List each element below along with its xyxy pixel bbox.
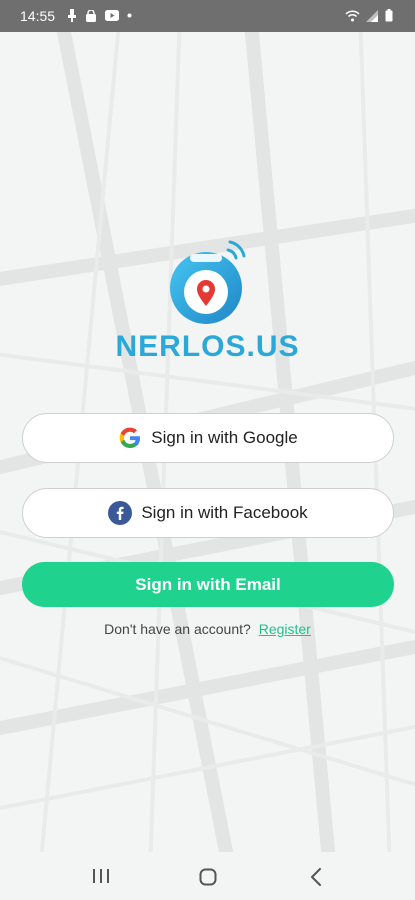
bag-icon	[86, 9, 96, 22]
email-sign-in-button[interactable]: Sign in with Email	[22, 562, 394, 607]
facebook-sign-in-button[interactable]: Sign in with Facebook	[22, 488, 394, 538]
google-sign-in-button[interactable]: Sign in with Google	[22, 413, 394, 463]
signal-icon	[366, 9, 378, 22]
google-icon	[118, 426, 142, 450]
register-link[interactable]: Register	[259, 621, 311, 637]
register-prompt-row: Don't have an account? Register	[0, 621, 415, 637]
dot-icon	[127, 13, 132, 18]
facebook-icon	[108, 501, 133, 525]
battery-icon	[385, 9, 393, 22]
home-icon[interactable]	[199, 868, 217, 886]
status-bar: 14:55	[0, 0, 415, 32]
google-sign-in-label: Sign in with Google	[151, 428, 298, 447]
system-nav-bar	[0, 852, 415, 900]
brand-name: NERLOS.US	[115, 330, 300, 363]
status-icons-left	[67, 9, 132, 22]
wifi-icon	[345, 9, 360, 21]
email-sign-in-label: Sign in with Email	[135, 574, 281, 594]
youtube-icon	[105, 10, 119, 21]
usb-icon	[68, 9, 76, 22]
status-icons-right	[345, 9, 393, 22]
status-time: 14:55	[20, 8, 56, 24]
back-icon[interactable]	[310, 868, 322, 886]
facebook-sign-in-label: Sign in with Facebook	[141, 503, 308, 522]
register-prompt-text: Don't have an account?	[104, 621, 251, 637]
recents-icon[interactable]	[92, 868, 110, 884]
